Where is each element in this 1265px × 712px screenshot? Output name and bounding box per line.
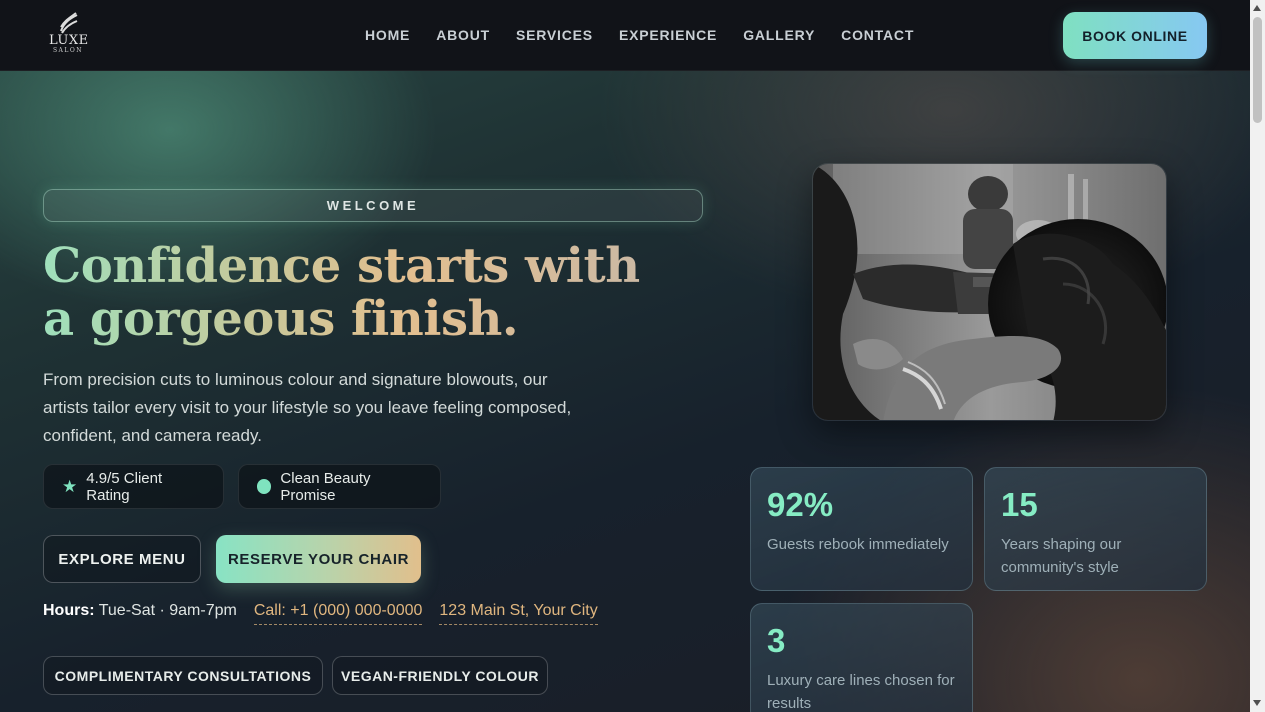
nav-services[interactable]: SERVICES (516, 27, 593, 43)
headline-line-2: a gorgeous finish. (43, 291, 519, 347)
stat-card-years: 15 Years shaping our community's style (984, 467, 1207, 591)
stat-card-rebook: 92% Guests rebook immediately (750, 467, 973, 591)
nav-contact[interactable]: CONTACT (841, 27, 914, 43)
rating-badge-label: 4.9/5 Client Rating (86, 469, 163, 504)
rating-badge: ★ 4.9/5 Client Rating (43, 464, 224, 509)
dot-icon (257, 479, 272, 494)
hero-headline: Confidence starts with a gorgeous finish… (43, 240, 643, 346)
scroll-up-arrow-icon[interactable] (1253, 5, 1261, 11)
nav-gallery[interactable]: GALLERY (743, 27, 815, 43)
brand-name: LUXE (49, 33, 89, 48)
nav-experience[interactable]: EXPERIENCE (619, 27, 717, 43)
reserve-chair-button[interactable]: RESERVE YOUR CHAIR (216, 535, 421, 583)
nav-home[interactable]: HOME (365, 27, 410, 43)
book-online-button[interactable]: BOOK ONLINE (1063, 12, 1207, 59)
scroll-down-arrow-icon[interactable] (1253, 700, 1261, 706)
hours-value: Tue-Sat · 9am-7pm (98, 602, 237, 619)
contact-info-row: Hours: Tue-Sat · 9am-7pm Call: +1 (000) … (43, 602, 598, 625)
vegan-colour-tag: VEGAN-FRIENDLY COLOUR (332, 656, 548, 695)
nav-links: HOME ABOUT SERVICES EXPERIENCE GALLERY C… (365, 27, 914, 43)
stylist-blowdry-photo (813, 164, 1166, 420)
brand-subtitle: SALON (52, 47, 84, 54)
address-link[interactable]: 123 Main St, Your City (439, 602, 598, 625)
star-icon: ★ (62, 477, 78, 496)
stat-label: Guests rebook immediately (767, 536, 949, 553)
stat-card-care-lines: 3 Luxury care lines chosen for results (750, 603, 973, 712)
hero-lead-text: From precision cuts to luminous colour a… (43, 370, 572, 445)
stat-value: 92% (767, 486, 834, 523)
opening-hours: Hours: Tue-Sat · 9am-7pm (43, 602, 237, 620)
stat-label: Luxury care lines chosen for results (767, 672, 955, 712)
clean-beauty-badge-label: Clean Beauty Promise (280, 469, 371, 504)
hours-label: Hours: (43, 602, 95, 619)
stat-label: Years shaping our community's style (1001, 536, 1122, 576)
phone-link[interactable]: Call: +1 (000) 000-0000 (253, 602, 423, 625)
stat-value: 15 (1001, 486, 1038, 523)
hero-photo (812, 163, 1167, 421)
clean-beauty-badge: Clean Beauty Promise (238, 464, 441, 509)
page-scrollbar[interactable] (1250, 0, 1265, 712)
headline-line-1: Confidence starts with (43, 238, 640, 294)
top-navigation: LUXE SALON HOME ABOUT SERVICES EXPERIENC… (0, 0, 1250, 71)
explore-menu-button[interactable]: EXPLORE MENU (43, 535, 201, 583)
brand-logo[interactable]: LUXE SALON (49, 12, 89, 58)
stat-value: 3 (767, 622, 786, 659)
nav-about[interactable]: ABOUT (436, 27, 490, 43)
leaf-wave-icon (60, 12, 78, 34)
scrollbar-thumb[interactable] (1253, 17, 1262, 123)
welcome-eyebrow: WELCOME (43, 189, 703, 222)
consultations-tag: COMPLIMENTARY CONSULTATIONS (43, 656, 323, 695)
